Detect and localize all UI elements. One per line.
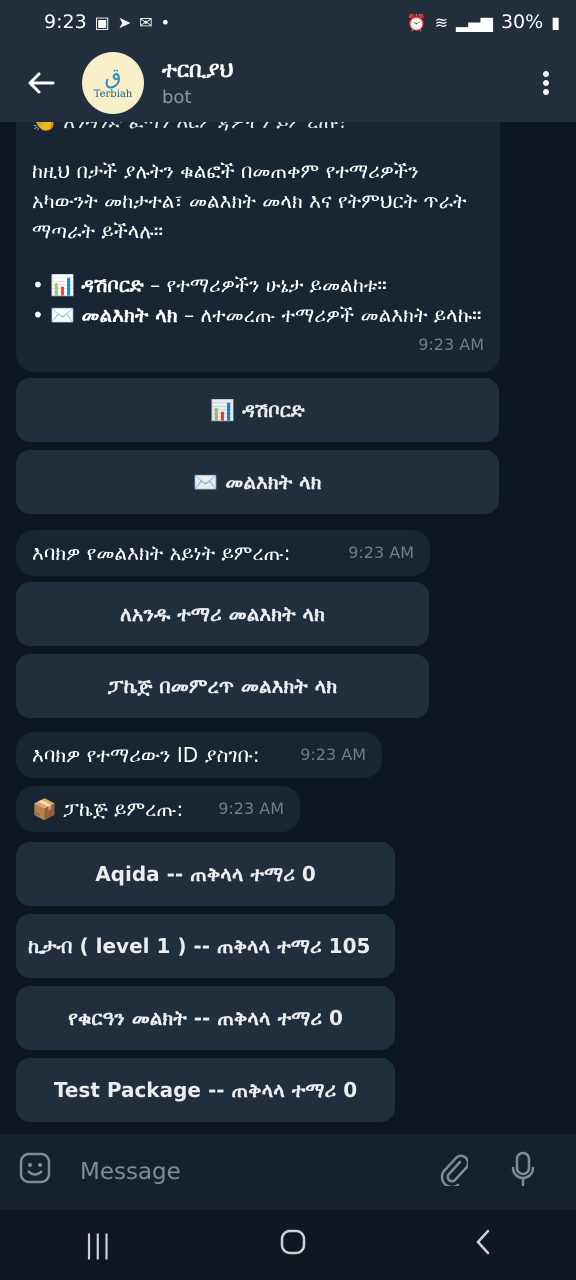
book-logo-icon: ق [104, 64, 122, 90]
alarm-icon: ⏰ [406, 12, 427, 32]
system-nav-bar: ||| [0, 1210, 576, 1280]
message-text: እባክዎ የመልእክት አይነት ይምረጡ: [32, 541, 291, 565]
status-bar: 9:23 ▣ ➤ ✉ • ⏰ ≋ ▂▄▆ 30% ▮ [0, 0, 576, 44]
chat-area[interactable]: 👏 አንዳንድ ፈጣን እርምጃዎችን ይምረጡ! ከዚህ በታች ያሉትን ቁ… [0, 122, 576, 1134]
message-bubble: እባክዎ የመልእክት አይነት ይምረጡ: 9:23 AM [16, 530, 430, 576]
battery-level: 30% [500, 11, 544, 33]
bullet-dashboard: • 📊 ዳሽቦርድ – የተማሪዎችን ሁኔታ ይመልከቱ። [32, 273, 387, 297]
dashboard-button[interactable]: 📊 ዳሽቦርድ [16, 378, 499, 442]
message-input-bar: Message [0, 1134, 576, 1210]
package-button[interactable]: Aqida -- ጠቅላላ ተማሪ 0 [16, 842, 395, 906]
message-text: እባክዎ የተማሪውን ID ያስገቡ: [32, 743, 260, 767]
chat-subtitle: bot [162, 87, 192, 108]
message-text-cut: 👏 አንዳንድ ፈጣን እርምጃዎችን ይምረጡ! [32, 122, 482, 136]
message-time: 9:23 AM [218, 799, 284, 818]
emoji-icon[interactable] [18, 1151, 68, 1193]
telegram-icon: ➤ [117, 12, 132, 32]
bullet-send-message: • ✉️ መልእክት ላክ – ለተመረጡ ተማሪዎች መልእክት ይላኩ። [32, 303, 482, 327]
wave-emoji-icon: 👏 [32, 122, 57, 133]
package-button[interactable]: የቁርዓን መልክት -- ጠቅላላ ተማሪ 0 [16, 986, 395, 1050]
wifi-icon: ≋ [434, 12, 449, 32]
send-by-package-button[interactable]: ፓኬጅ በመምረጥ መልእክት ላክ [16, 654, 429, 718]
chat-title-block[interactable]: ተርቢያህ bot [162, 58, 516, 108]
package-button[interactable]: ኪታብ ( level 1 ) -- ጠቅላላ ተማሪ 105 [16, 914, 395, 978]
message-bubble: 📦 ፓኬጅ ይምረጡ: 9:23 AM [16, 786, 300, 832]
message-bubble: 👏 አንዳንድ ፈጣን እርምጃዎችን ይምረጡ! ከዚህ በታች ያሉትን ቁ… [16, 122, 500, 372]
gallery-icon: ▣ [94, 12, 110, 32]
mail-icon: ✉ [139, 12, 153, 32]
back-nav-icon[interactable] [475, 1229, 491, 1262]
message-input[interactable]: Message [80, 1159, 418, 1185]
package-button[interactable]: Test Package -- ጠቅላላ ተማሪ 0 [16, 1058, 395, 1122]
avatar[interactable]: ق Terbiah [82, 52, 144, 114]
signal-icon: ▂▄▆ [456, 12, 493, 32]
arrow-left-icon[interactable] [0, 71, 82, 95]
message-time: 9:23 AM [300, 745, 366, 764]
mic-icon[interactable] [488, 1151, 558, 1194]
send-message-button[interactable]: ✉️ መልእክት ላክ [16, 450, 499, 514]
paperclip-icon[interactable] [418, 1152, 488, 1193]
chart-emoji-icon: 📊 [50, 273, 76, 297]
notification-dot-icon: • [160, 12, 171, 32]
message-text: 📦 ፓኬጅ ይምረጡ: [32, 797, 184, 821]
home-icon[interactable] [280, 1229, 306, 1262]
chat-title: ተርቢያህ [162, 58, 234, 83]
battery-icon: ▮ [551, 12, 560, 32]
message-time: 9:23 AM [418, 335, 484, 354]
status-time: 9:23 [44, 11, 87, 33]
message-time: 9:23 AM [348, 543, 414, 562]
message-text: ከዚህ በታች ያሉትን ቁልፎች በመጠቀም የተማሪዎችን አካውንት መከ… [32, 159, 467, 243]
avatar-text: Terbiah [93, 88, 133, 100]
recents-icon[interactable]: ||| [85, 1230, 111, 1260]
send-one-student-button[interactable]: ለአንዱ ተማሪ መልእክት ላክ [16, 582, 429, 646]
chat-header: ق Terbiah ተርቢያህ bot [0, 44, 576, 122]
more-vert-icon[interactable] [516, 70, 576, 96]
message-bubble: እባክዎ የተማሪውን ID ያስገቡ: 9:23 AM [16, 732, 382, 778]
envelope-emoji-icon: ✉️ [50, 303, 76, 327]
